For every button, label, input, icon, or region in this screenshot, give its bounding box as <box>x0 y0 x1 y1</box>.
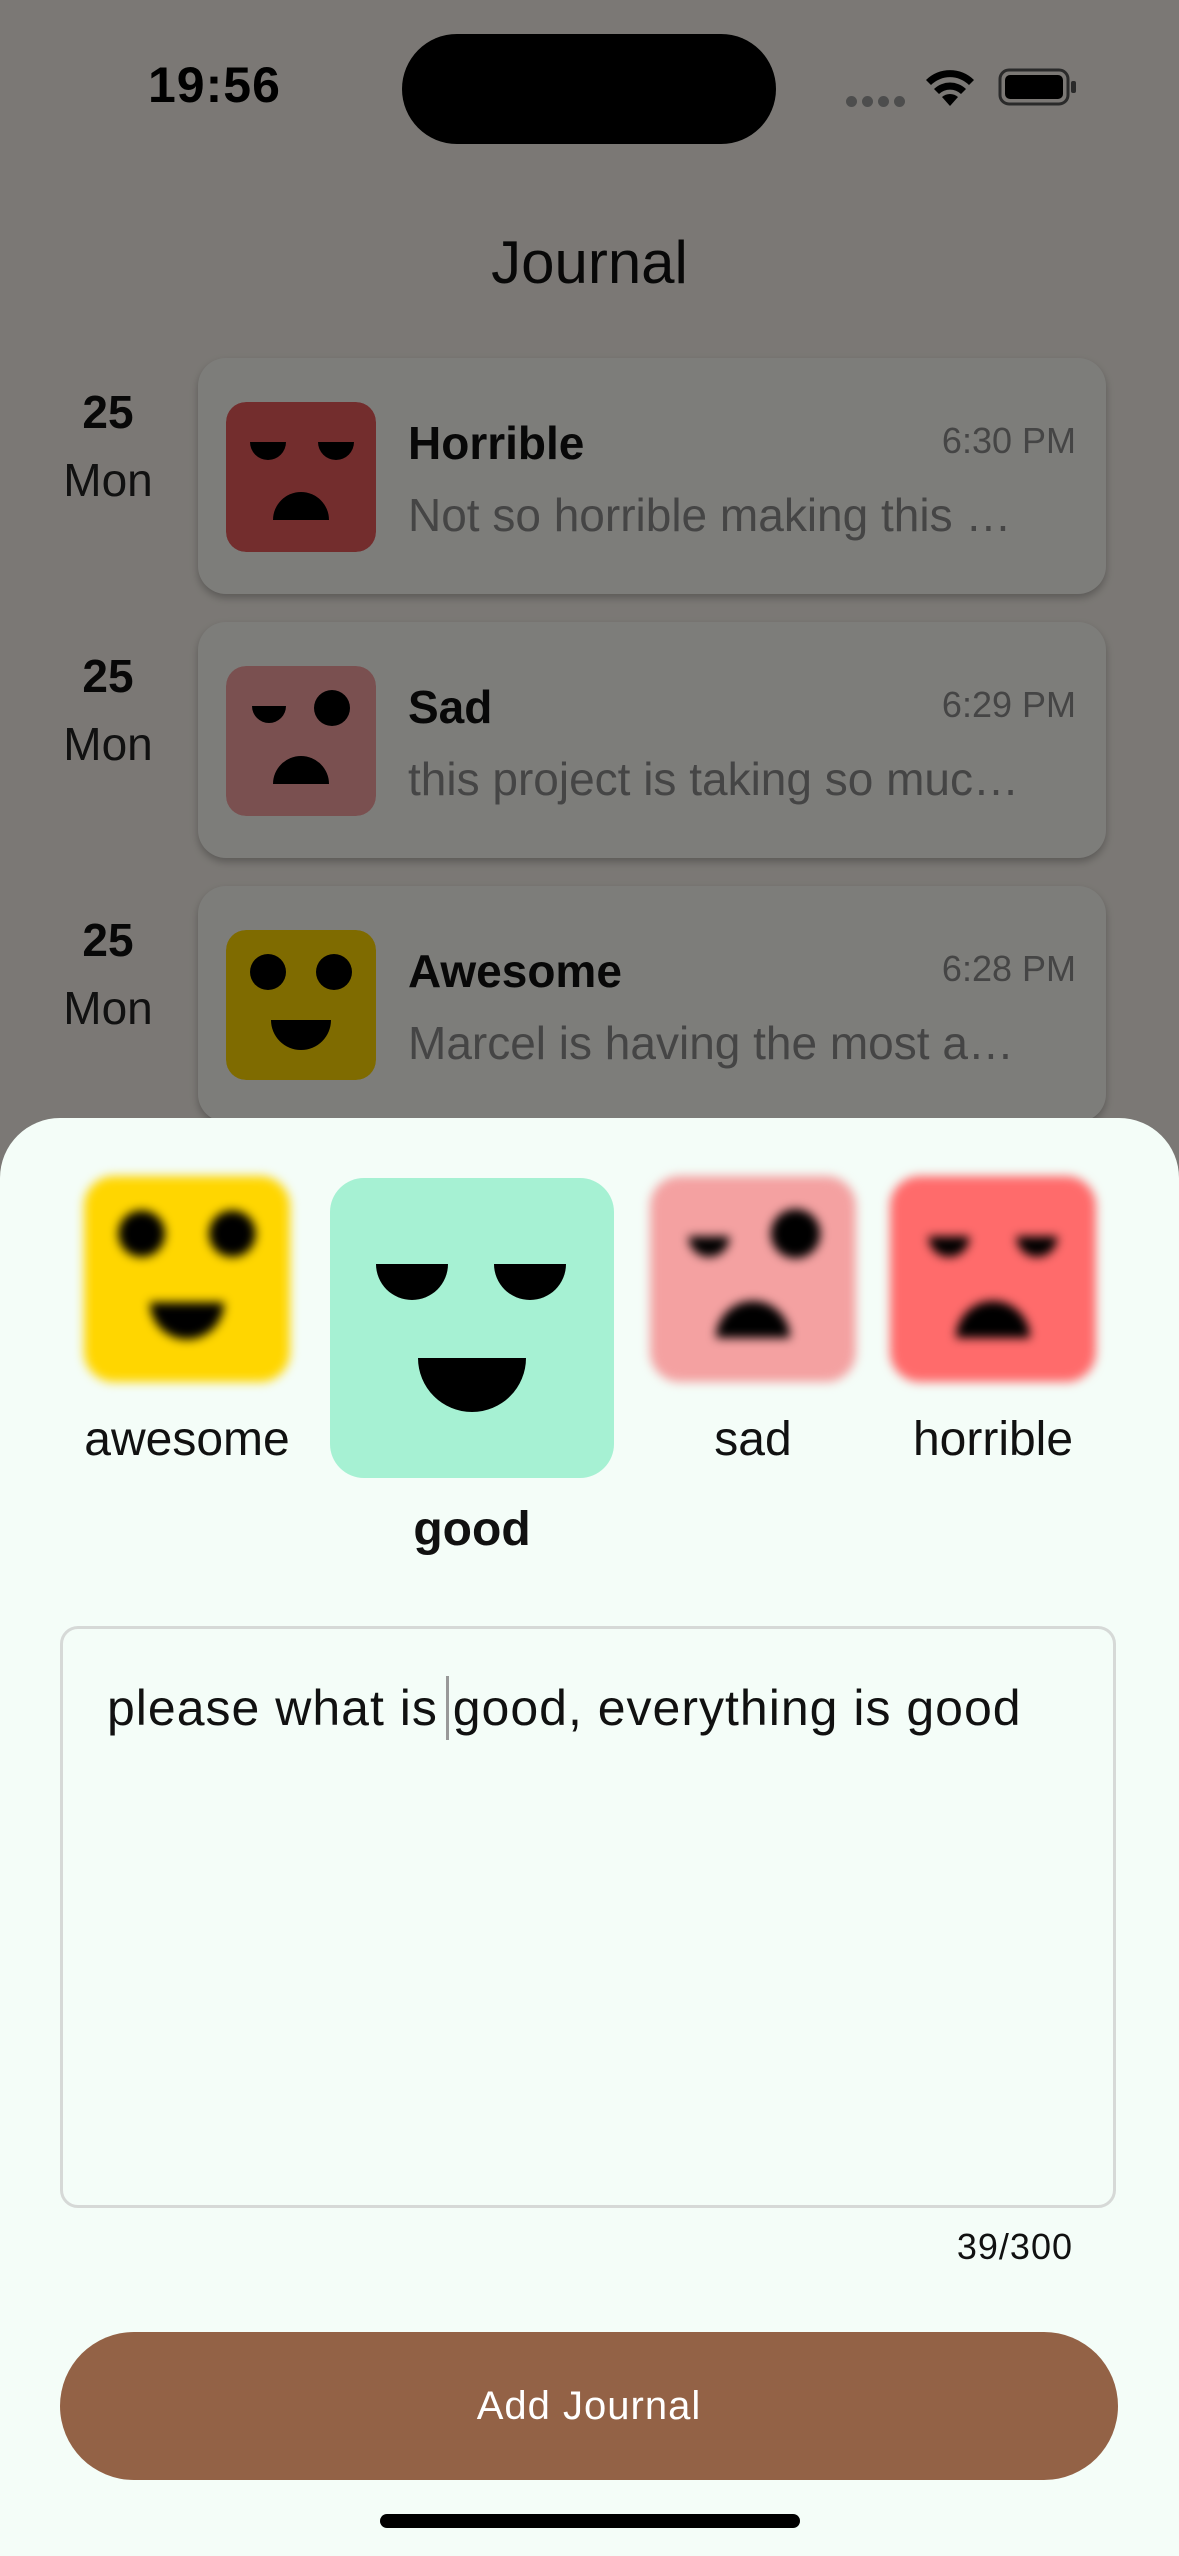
text-cursor <box>446 1676 449 1740</box>
mood-option-sad[interactable] <box>650 1176 856 1382</box>
add-journal-button[interactable]: Add Journal <box>60 2332 1118 2480</box>
journal-text-input[interactable]: please what is good, everything is good <box>60 1626 1116 2208</box>
mood-label-sad: sad <box>714 1413 792 1466</box>
good-face-icon <box>330 1178 614 1478</box>
mood-option-horrible[interactable] <box>890 1176 1096 1382</box>
journal-text-value: please what is good, everything is good <box>107 1680 1022 1736</box>
mood-option-good[interactable] <box>330 1178 614 1478</box>
horrible-face-icon <box>890 1176 1096 1382</box>
mood-label-good: good <box>413 1503 531 1556</box>
home-indicator[interactable] <box>380 2514 800 2528</box>
character-counter: 39/300 <box>956 2226 1073 2267</box>
mood-option-awesome[interactable] <box>84 1176 290 1382</box>
awesome-face-icon <box>84 1176 290 1382</box>
sad-face-icon <box>650 1176 856 1382</box>
mood-label-horrible: horrible <box>912 1413 1074 1466</box>
mood-label-awesome: awesome <box>84 1413 290 1466</box>
